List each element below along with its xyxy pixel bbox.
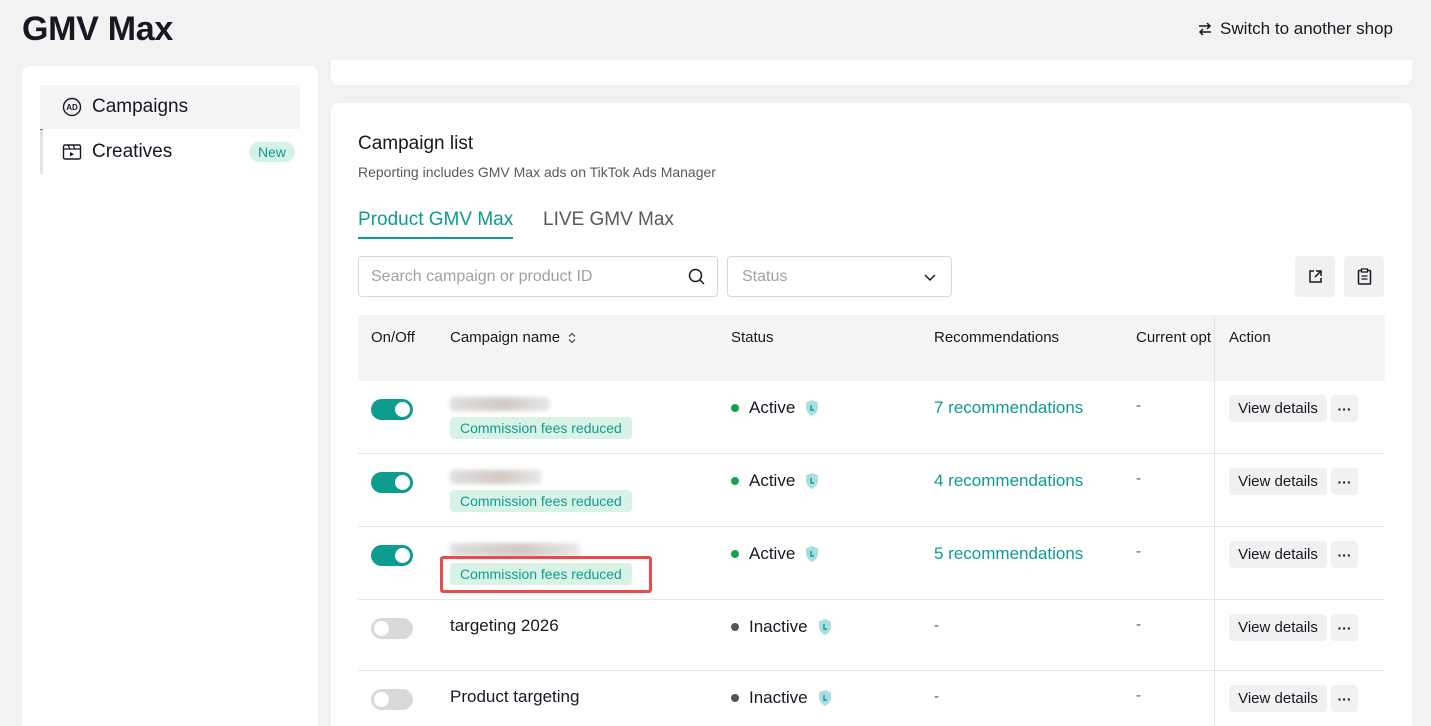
status-cell: Inactive — [731, 688, 833, 708]
swap-icon — [1198, 22, 1212, 36]
sidebar-item-creatives[interactable]: Creatives New — [40, 130, 300, 174]
commission-tag: Commission fees reduced — [450, 417, 632, 439]
current-optimization: - — [1136, 470, 1141, 487]
status-label: Active — [749, 471, 796, 490]
campaign-name: targeting 2026 — [450, 616, 559, 635]
sidebar-item-campaigns[interactable]: AD Campaigns — [40, 85, 300, 129]
sticky-column-divider — [1214, 315, 1215, 726]
export-icon — [1308, 270, 1322, 283]
status-dot — [731, 404, 739, 412]
col-current-optimization: Current opti — [1136, 329, 1212, 346]
clipboard-icon — [1357, 268, 1371, 285]
shield-icon — [806, 400, 819, 416]
campaign-name-redacted — [450, 543, 580, 557]
highlight-box — [440, 556, 652, 593]
col-campaign-name[interactable]: Campaign name — [450, 329, 576, 346]
recommendations-link[interactable]: 5 recommendations — [934, 544, 1083, 564]
svg-text:AD: AD — [66, 103, 78, 112]
sort-icon — [568, 332, 576, 343]
more-icon[interactable]: ··· — [1331, 395, 1358, 422]
view-details-button[interactable]: View details — [1229, 541, 1327, 568]
view-details-button[interactable]: View details — [1229, 395, 1327, 422]
status-dropdown-label: Status — [742, 267, 788, 285]
campaign-name-redacted — [450, 470, 542, 484]
sidebar-item-label: Campaigns — [92, 96, 189, 117]
clipboard-button[interactable] — [1344, 256, 1384, 297]
section-title: Campaign list — [358, 133, 474, 154]
status-cell: Inactive — [731, 617, 833, 637]
col-campaign-name-label: Campaign name — [450, 329, 561, 346]
current-optimization: - — [1136, 397, 1141, 414]
current-optimization: - — [1136, 543, 1141, 560]
recommendations-empty: - — [934, 688, 939, 705]
table-row: Commission fees reduced Active 7 recomme… — [358, 381, 1385, 454]
sidebar-item-label: Creatives — [92, 141, 173, 162]
switch-shop-label: Switch to another shop — [1220, 19, 1393, 38]
tab-live-gmv-max[interactable]: LIVE GMV Max — [543, 209, 674, 237]
table-row: Commission fees reduced Active 5 recomme… — [358, 527, 1385, 600]
more-icon[interactable]: ··· — [1331, 468, 1358, 495]
table-row: Commission fees reduced Active 4 recomme… — [358, 454, 1385, 527]
status-dot — [731, 477, 739, 485]
recommendations-link[interactable]: 7 recommendations — [934, 398, 1083, 418]
status-dot — [731, 623, 739, 631]
search-field — [358, 256, 718, 297]
sidebar: AD Campaigns Creatives New — [22, 66, 318, 726]
table-row: Product targeting Inactive - - View deta… — [358, 671, 1385, 726]
table-row: targeting 2026 Inactive - - View details… — [358, 600, 1385, 671]
col-recommendations: Recommendations — [934, 329, 1060, 346]
status-dot — [731, 694, 739, 702]
section-subtitle: Reporting includes GMV Max ads on TikTok… — [358, 164, 716, 180]
search-icon[interactable] — [688, 268, 705, 285]
status-label: Active — [749, 398, 796, 417]
status-label: Inactive — [749, 617, 808, 636]
recommendations-link[interactable]: 4 recommendations — [934, 471, 1083, 491]
col-onoff: On/Off — [371, 329, 415, 346]
status-cell: Active — [731, 471, 820, 491]
campaign-toggle[interactable] — [371, 399, 413, 420]
view-details-button[interactable]: View details — [1229, 614, 1327, 641]
campaign-toggle[interactable] — [371, 472, 413, 493]
summary-card — [331, 60, 1412, 85]
col-action: Action — [1229, 329, 1271, 346]
chevron-down-icon — [924, 273, 936, 281]
col-status: Status — [731, 329, 774, 346]
campaign-name: Product targeting — [450, 687, 580, 706]
recommendations-empty: - — [934, 617, 939, 634]
search-input[interactable] — [371, 267, 688, 286]
shield-icon — [806, 546, 819, 562]
shield-icon — [806, 473, 819, 489]
status-dropdown[interactable]: Status — [727, 256, 952, 297]
switch-shop-button[interactable]: Switch to another shop — [1197, 19, 1393, 39]
more-icon[interactable]: ··· — [1331, 685, 1358, 712]
status-label: Inactive — [749, 688, 808, 707]
status-cell: Active — [731, 398, 820, 418]
status-label: Active — [749, 544, 796, 563]
shield-icon — [818, 690, 831, 706]
export-button[interactable] — [1295, 256, 1335, 297]
page-title: GMV Max — [22, 10, 173, 48]
new-badge: New — [248, 142, 295, 162]
shield-icon — [818, 619, 831, 635]
status-dot — [731, 550, 739, 558]
current-optimization: - — [1136, 687, 1141, 704]
campaign-name-redacted — [450, 397, 550, 411]
table-header: On/Off Campaign name Status Recommendati… — [358, 315, 1385, 381]
commission-tag: Commission fees reduced — [450, 490, 632, 512]
campaign-table: On/Off Campaign name Status Recommendati… — [358, 315, 1385, 726]
campaign-toggle[interactable] — [371, 689, 413, 710]
campaign-toggle[interactable] — [371, 545, 413, 566]
more-icon[interactable]: ··· — [1331, 614, 1358, 641]
more-icon[interactable]: ··· — [1331, 541, 1358, 568]
ad-icon: AD — [62, 97, 82, 117]
campaign-list-card: Campaign list Reporting includes GMV Max… — [331, 103, 1412, 726]
status-cell: Active — [731, 544, 820, 564]
view-details-button[interactable]: View details — [1229, 685, 1327, 712]
campaign-toggle[interactable] — [371, 618, 413, 639]
video-icon — [62, 142, 82, 162]
current-optimization: - — [1136, 616, 1141, 633]
tab-product-gmv-max[interactable]: Product GMV Max — [358, 209, 514, 239]
view-details-button[interactable]: View details — [1229, 468, 1327, 495]
